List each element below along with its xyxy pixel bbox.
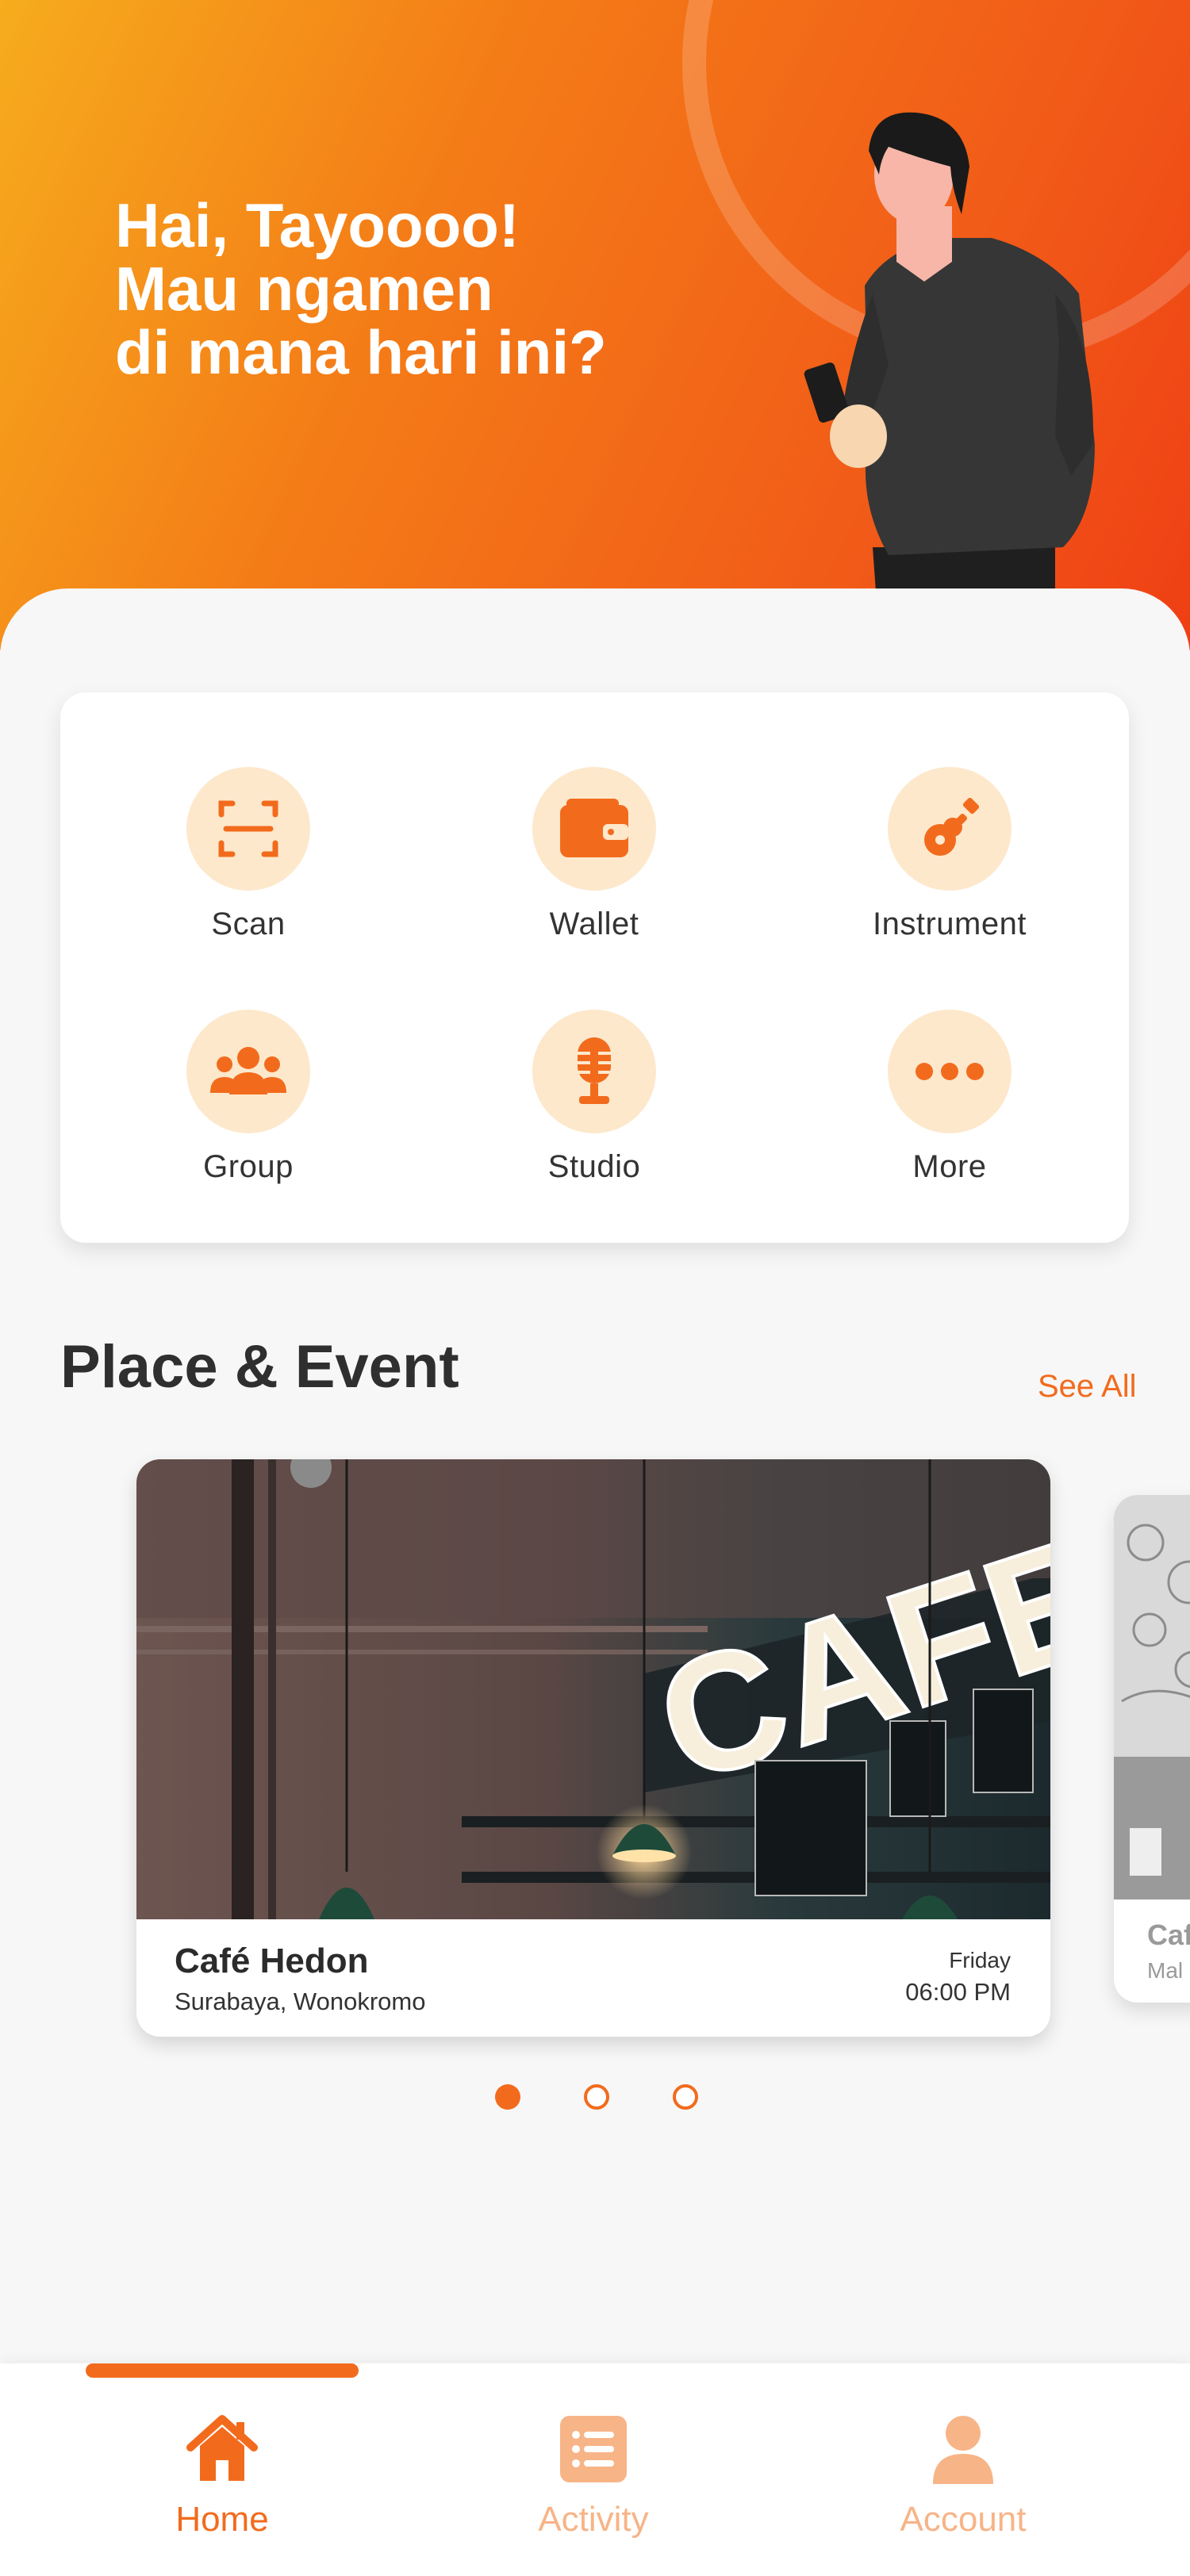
- list-icon: [560, 2416, 627, 2482]
- nav-label-activity: Activity: [538, 2500, 649, 2539]
- wallet-icon: [560, 799, 628, 857]
- event-location-next: Mal: [1147, 1958, 1184, 1983]
- menu-icon-bg: [186, 1010, 310, 1133]
- carousel-dot-3[interactable]: [673, 2084, 698, 2110]
- greeting-line-2: Mau ngamen: [115, 254, 493, 324]
- event-name: Café Hedon: [175, 1942, 369, 1980]
- see-all-link[interactable]: See All: [1038, 1369, 1137, 1405]
- menu-label-scan: Scan: [211, 907, 286, 941]
- microphone-icon: [578, 1037, 611, 1104]
- menu-item-scan[interactable]: Scan: [119, 767, 373, 957]
- nav-label-home: Home: [175, 2500, 269, 2539]
- menu-icon-bg: [888, 767, 1012, 891]
- event-name-next: Caf: [1147, 1919, 1190, 1951]
- header-banner: Hai, Tayoooo! Mau ngamen di mana hari in…: [0, 0, 1190, 650]
- menu-label-wallet: Wallet: [549, 907, 639, 941]
- event-day: Friday: [949, 1948, 1011, 1972]
- menu-item-instrument[interactable]: Instrument: [820, 767, 1074, 957]
- event-card[interactable]: CAFE Café Hedon Surabaya, Wonokromo Frid…: [136, 1459, 1050, 2037]
- section-title: Place & Event: [60, 1333, 459, 1401]
- event-location: Surabaya, Wonokromo: [175, 1988, 426, 2015]
- menu-label-more: More: [912, 1149, 987, 1184]
- nav-account[interactable]: Account: [844, 2411, 1082, 2554]
- menu-item-group[interactable]: Group: [119, 1010, 373, 1200]
- group-icon: [210, 1047, 286, 1094]
- menu-icon-bg: [888, 1010, 1012, 1133]
- quick-menu-card: Scan Wallet Instrument Group Studio More: [60, 692, 1129, 1243]
- event-card-next[interactable]: Caf Mal: [1114, 1495, 1190, 2003]
- carousel-dot-1[interactable]: [495, 2084, 520, 2110]
- more-dots-icon: [916, 1063, 984, 1080]
- nav-home[interactable]: Home: [103, 2411, 341, 2554]
- nav-label-account: Account: [900, 2500, 1027, 2539]
- menu-icon-bg: [532, 1010, 656, 1133]
- greeting-line-1: Hai, Tayoooo!: [115, 190, 520, 260]
- menu-label-instrument: Instrument: [873, 907, 1027, 941]
- active-tab-indicator: [86, 2363, 359, 2378]
- scan-icon: [218, 800, 278, 857]
- event-time: 06:00 PM: [905, 1978, 1011, 2006]
- menu-icon-bg: [532, 767, 656, 891]
- bottom-navigation: Home Activity Account: [0, 2363, 1190, 2576]
- menu-item-more[interactable]: More: [820, 1010, 1074, 1200]
- carousel-dot-2[interactable]: [584, 2084, 609, 2110]
- menu-item-wallet[interactable]: Wallet: [465, 767, 719, 957]
- home-icon: [186, 2415, 258, 2481]
- greeting-text: Hai, Tayoooo! Mau ngamen di mana hari in…: [115, 194, 750, 384]
- menu-icon-bg: [186, 767, 310, 891]
- cafe-photo: CAFE: [136, 1459, 1050, 1919]
- menu-label-studio: Studio: [547, 1149, 641, 1184]
- person-illustration: [804, 112, 1095, 650]
- user-icon: [933, 2416, 993, 2484]
- menu-label-group: Group: [203, 1149, 294, 1184]
- menu-item-studio[interactable]: Studio: [465, 1010, 719, 1200]
- event-photo-next: [1114, 1495, 1190, 1899]
- nav-activity[interactable]: Activity: [474, 2411, 712, 2554]
- greeting-line-3: di mana hari ini?: [115, 317, 607, 387]
- guitar-icon: [924, 797, 980, 856]
